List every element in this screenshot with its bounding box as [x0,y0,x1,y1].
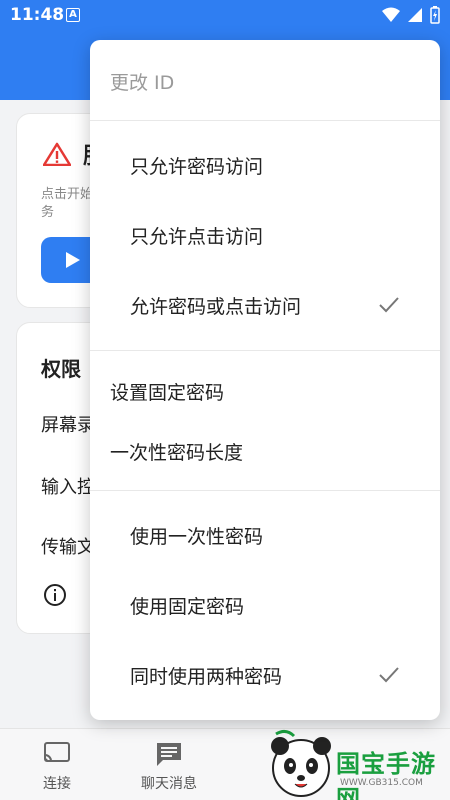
menu-item-set-fixed-password[interactable]: 设置固定密码 [90,362,440,422]
menu-item-click-only[interactable]: 只允许点击访问 [90,206,440,266]
menu-item-otp-length[interactable]: 一次性密码长度 [90,422,440,482]
menu-item-change-id: 更改 ID [110,72,175,94]
menu-item-use-both[interactable]: 同时使用两种密码 [90,646,440,706]
menu-divider [90,350,440,351]
overflow-menu: 更改 ID 只允许密码访问 只允许点击访问 允许密码或点击访问 设置固定密码 一… [90,40,440,720]
menu-item-use-otp[interactable]: 使用一次性密码 [90,506,440,566]
checkmark-icon [379,297,399,313]
menu-divider [90,490,440,491]
menu-divider [90,120,440,121]
menu-item-password-or-click[interactable]: 允许密码或点击访问 [90,276,440,336]
checkmark-icon [379,667,399,683]
menu-item-use-fixed-password[interactable]: 使用固定密码 [90,576,440,636]
menu-item-password-only[interactable]: 只允许密码访问 [90,136,440,196]
